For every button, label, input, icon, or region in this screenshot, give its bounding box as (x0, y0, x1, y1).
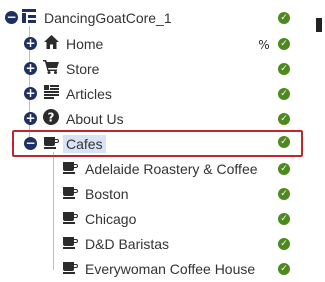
published-check-icon: ✓ (278, 213, 290, 225)
cart-icon (43, 60, 59, 76)
tree-node-label[interactable]: DancingGoatCore_1 (44, 9, 172, 27)
tree-node-label[interactable]: About Us (66, 110, 124, 128)
published-check-icon: ✓ (278, 88, 290, 100)
tree-node-articles[interactable]: + Articles ✓ (0, 83, 300, 107)
content-tree: − DancingGoatCore_1 ✓ + Home % ✓ + Store… (0, 0, 303, 277)
tree-node-label[interactable]: D&D Baristas (85, 235, 169, 253)
tree-node-about-us[interactable]: + ? About Us ✓ (0, 108, 300, 132)
coffee-cup-icon (62, 210, 78, 226)
site-tree-icon (21, 9, 37, 25)
coffee-cup-icon (62, 160, 78, 176)
tree-node-label[interactable]: Chicago (85, 210, 136, 228)
published-check-icon: ✓ (278, 263, 290, 275)
highlight-box (12, 130, 303, 157)
tree-node-label[interactable]: Boston (85, 185, 129, 203)
tree-node-dd-baristas[interactable]: D&D Baristas ✓ (0, 233, 300, 257)
published-check-icon: ✓ (278, 163, 290, 175)
published-check-icon: ✓ (278, 63, 290, 75)
coffee-cup-icon (62, 260, 78, 276)
panel-edge-glyph (316, 18, 322, 32)
published-check-icon: ✓ (278, 12, 290, 24)
published-check-icon: ✓ (278, 188, 290, 200)
expand-icon[interactable]: + (24, 87, 37, 100)
published-check-icon: ✓ (278, 238, 290, 250)
tree-node-label[interactable]: Adelaide Roastery & Coffee (85, 160, 258, 178)
tree-node-adelaide[interactable]: Adelaide Roastery & Coffee ✓ (0, 158, 300, 182)
percent-icon: % (258, 38, 270, 52)
tree-node-store[interactable]: + Store ✓ (0, 58, 300, 82)
tree-node-home[interactable]: + Home % ✓ (0, 33, 300, 57)
question-icon: ? (43, 109, 59, 125)
expand-icon[interactable]: + (24, 62, 37, 75)
tree-node-root[interactable]: − DancingGoatCore_1 ✓ (0, 8, 300, 32)
published-check-icon: ✓ (278, 113, 290, 125)
tree-node-label[interactable]: Store (66, 60, 99, 78)
collapse-icon[interactable]: − (5, 11, 18, 24)
tree-node-boston[interactable]: Boston ✓ (0, 183, 300, 207)
expand-icon[interactable]: + (24, 37, 37, 50)
published-check-icon: ✓ (278, 38, 290, 50)
articles-icon (43, 85, 59, 101)
tree-node-label[interactable]: Home (66, 35, 103, 53)
coffee-cup-icon (62, 235, 78, 251)
tree-node-label[interactable]: Articles (66, 85, 112, 103)
svg-text:?: ? (48, 111, 55, 125)
tree-node-label[interactable]: Everywoman Coffee House (85, 260, 255, 278)
home-icon (43, 35, 59, 51)
tree-node-chicago[interactable]: Chicago ✓ (0, 208, 300, 232)
content-panel-edge (306, 0, 325, 270)
tree-node-everywoman[interactable]: Everywoman Coffee House ✓ (0, 258, 300, 282)
coffee-cup-icon (62, 185, 78, 201)
expand-icon[interactable]: + (24, 112, 37, 125)
